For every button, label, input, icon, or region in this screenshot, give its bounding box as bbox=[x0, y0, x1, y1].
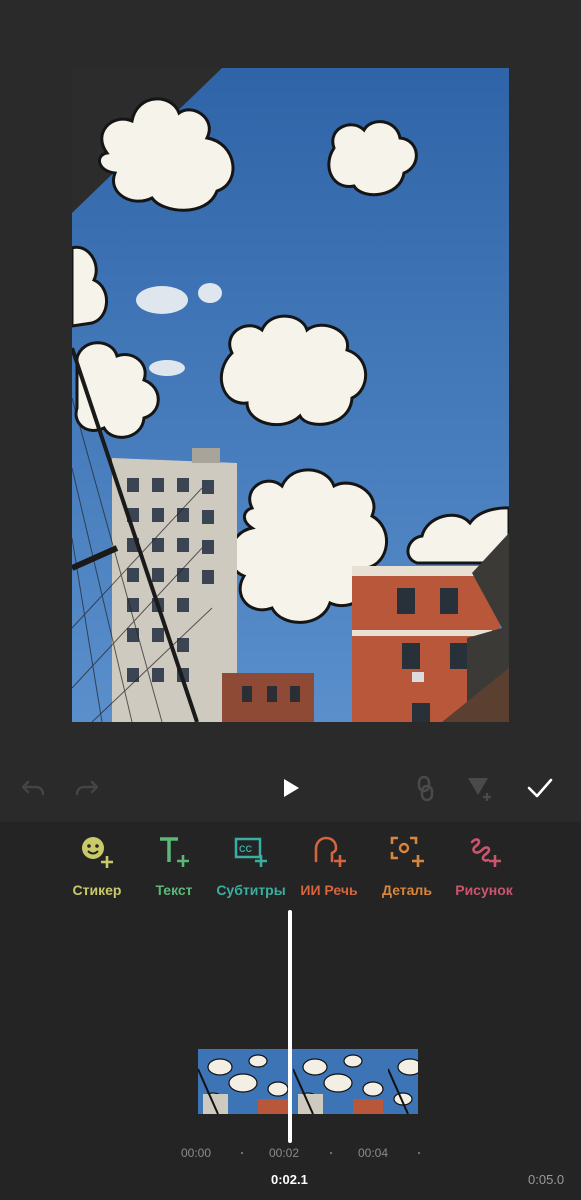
keyframe-add-icon[interactable] bbox=[454, 758, 504, 818]
tool-sticker[interactable]: Стикер bbox=[56, 832, 138, 912]
ruler-label: 00:02 bbox=[269, 1146, 300, 1160]
video-preview[interactable] bbox=[72, 68, 509, 722]
tools-bar: Стикер Текст CC Субтитры ИИ Речь Деталь … bbox=[0, 822, 581, 912]
playhead[interactable] bbox=[288, 910, 292, 1143]
tool-subtitles[interactable]: CC Субтитры bbox=[210, 832, 292, 912]
detail-add-icon bbox=[366, 832, 448, 872]
current-time: 0:02.1 bbox=[271, 1172, 308, 1187]
ruler-dot bbox=[330, 1152, 332, 1154]
preview-image bbox=[72, 68, 509, 722]
svg-text:CC: CC bbox=[239, 844, 252, 854]
video-clip-track[interactable] bbox=[198, 1049, 418, 1114]
ruler-dot bbox=[418, 1152, 420, 1154]
text-add-icon bbox=[133, 832, 215, 872]
undo-icon[interactable] bbox=[8, 758, 58, 818]
ruler-dot bbox=[241, 1152, 243, 1154]
tool-label: ИИ Речь bbox=[300, 882, 358, 898]
tool-label: Рисунок bbox=[455, 882, 513, 898]
tool-draw[interactable]: Рисунок bbox=[443, 832, 525, 912]
tool-ai-speech[interactable]: ИИ Речь bbox=[288, 832, 370, 912]
clip-thumbnail bbox=[198, 1049, 293, 1114]
tool-label: Деталь bbox=[382, 882, 432, 898]
clip-thumbnail bbox=[388, 1049, 418, 1114]
total-duration: 0:05.0 bbox=[528, 1172, 565, 1187]
tool-detail[interactable]: Деталь bbox=[366, 832, 448, 912]
redo-icon[interactable] bbox=[62, 758, 112, 818]
ai-speech-add-icon bbox=[288, 832, 370, 872]
link-icon[interactable] bbox=[400, 758, 450, 818]
ruler-label: 00:00 bbox=[181, 1146, 212, 1160]
clip-thumbnail bbox=[293, 1049, 388, 1114]
playback-controls bbox=[0, 758, 581, 818]
ruler-label: 00:04 bbox=[358, 1146, 389, 1160]
tool-label: Текст bbox=[155, 882, 193, 898]
checkmark-icon[interactable] bbox=[515, 758, 565, 818]
play-icon[interactable] bbox=[266, 758, 316, 818]
tool-label: Стикер bbox=[72, 882, 122, 898]
draw-add-icon bbox=[443, 832, 525, 872]
tool-text[interactable]: Текст bbox=[133, 832, 215, 912]
sticker-add-icon bbox=[56, 832, 138, 872]
tool-label: Субтитры bbox=[216, 882, 286, 898]
subtitles-add-icon: CC bbox=[210, 832, 292, 872]
